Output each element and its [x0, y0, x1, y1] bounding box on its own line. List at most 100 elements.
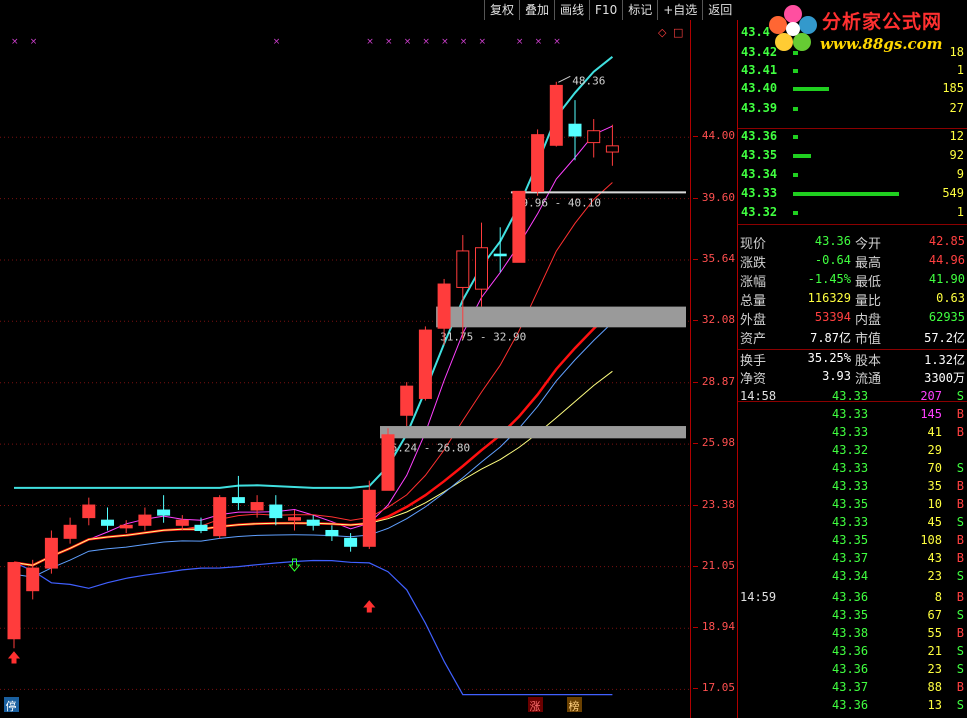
trade-row: 43.33 35 B: [738, 478, 967, 496]
toolbar-button[interactable]: F10: [589, 0, 623, 20]
trade-row: 43.34 23 S: [738, 568, 967, 586]
signal-mark: ×: [479, 37, 487, 47]
order-volume: 1: [956, 205, 964, 219]
candlestick-chart[interactable]: 39.96 - 40.10 31.75 - 32.90 26.24 - 26.80 4…: [0, 0, 690, 718]
trade-row: 43.33 41 B: [738, 424, 967, 442]
order-price: 43.39: [741, 101, 778, 115]
toolbar-button[interactable]: +自选: [657, 0, 703, 20]
quote-label: 流通: [855, 372, 882, 387]
candle-body: [82, 504, 96, 519]
toolbar-button[interactable]: 画线: [554, 0, 590, 20]
order-volume: 12: [949, 129, 964, 143]
signal-mark: ×: [366, 37, 374, 47]
volume-bar: [793, 51, 798, 55]
axis-tick-label: 39.60: [692, 190, 735, 204]
trade-volume: 13: [927, 698, 942, 712]
candle-body: [512, 190, 526, 263]
zone-label: 31.75 - 32.90: [440, 330, 526, 343]
axis-tick-label: 44.00: [692, 129, 735, 143]
quote-value: 53394: [814, 310, 851, 324]
trade-side: B: [956, 479, 964, 493]
trade-price: 43.38: [832, 626, 869, 640]
trade-price: 43.35: [832, 497, 869, 511]
trade-row: 14:58 43.33 207 S: [738, 388, 967, 406]
quote-label: 涨幅: [740, 275, 767, 290]
trade-row: 14:59 43.36 8 B: [738, 589, 967, 607]
trade-price: 43.36: [832, 662, 869, 676]
quote-label: 最高: [855, 256, 882, 271]
trade-price: 43.33: [832, 425, 869, 439]
quote-value: 0.63: [936, 291, 965, 305]
toolbar-button[interactable]: 叠加: [519, 0, 555, 20]
trade-volume: 23: [927, 662, 942, 676]
trade-row: 43.35 67 S: [738, 607, 967, 625]
trade-row: 43.38 55 B: [738, 625, 967, 643]
trade-side: S: [956, 515, 964, 529]
trade-volume: 35: [927, 479, 942, 493]
trade-row: 43.33 145 B: [738, 406, 967, 424]
candle-body: [63, 524, 77, 539]
price-zone: [436, 306, 686, 328]
quote-row: 涨跌 -0.64 最高 44.96: [738, 251, 967, 271]
signal-mark: ×: [553, 37, 561, 47]
candle-body: [213, 497, 227, 537]
signal-mark: ×: [30, 37, 38, 47]
signal-mark: ×: [441, 37, 449, 47]
trade-price: 43.34: [832, 569, 869, 583]
quote-value: 62935: [928, 310, 965, 324]
quote-label: 市值: [855, 332, 882, 347]
candle-body: [231, 497, 245, 504]
trade-time: 14:59: [740, 590, 777, 604]
signal-mark: ×: [516, 37, 524, 47]
trade-side: S: [956, 569, 964, 583]
volume-bar: [793, 69, 798, 73]
trade-side: S: [956, 698, 964, 712]
candle-body: [437, 283, 451, 329]
order-price: 43.40: [741, 81, 778, 95]
trade-volume: 207: [920, 389, 942, 403]
trade-volume: 43: [927, 551, 942, 565]
trade-row: 43.36 23 S: [738, 661, 967, 679]
trade-row: 43.33 70 S: [738, 460, 967, 478]
axis-tick-label: 35.64: [692, 252, 735, 265]
order-volume: 9: [956, 167, 964, 181]
axis-tick-label: 25.98: [692, 436, 735, 450]
signal-mark: ×: [535, 37, 543, 47]
candle-body: [400, 385, 414, 416]
trade-side: B: [956, 626, 964, 640]
volume-bar: [793, 173, 798, 177]
quote-label: 内盘: [855, 313, 882, 328]
bottom-badge: 榜: [569, 699, 580, 713]
candle-body: [44, 537, 58, 569]
trade-side: B: [956, 533, 964, 547]
signal-mark: ×: [11, 37, 19, 47]
trade-price: 43.35: [832, 533, 869, 547]
buy-arrow-icon: [7, 651, 21, 664]
quote-value: 42.85: [928, 234, 965, 248]
quote-label: 今开: [855, 237, 882, 252]
candle-body: [269, 504, 283, 519]
candle-body: [194, 524, 208, 531]
trade-side: B: [956, 590, 964, 604]
candle-body: [475, 247, 488, 290]
toolbar-button[interactable]: 标记: [622, 0, 658, 20]
order-price: 43.35: [741, 148, 778, 162]
quote-row: 总量 116329 量比 0.63: [738, 289, 967, 309]
candle-body: [418, 329, 432, 399]
quote-row: 现价 43.36 今开 42.85: [738, 232, 967, 252]
trade-volume: 21: [927, 644, 942, 658]
mid-band-line: [13, 322, 613, 578]
order-price: 43.4: [741, 25, 770, 39]
candle-body: [157, 509, 171, 516]
quote-value: 41.90: [928, 272, 965, 286]
order-volume: 185: [942, 81, 964, 95]
zone-label: 26.24 - 26.80: [384, 441, 470, 454]
toolbar-button[interactable]: 复权: [484, 0, 520, 20]
toolbar-button[interactable]: 返回: [702, 0, 738, 20]
trade-side: B: [956, 497, 964, 511]
trade-row: 43.35 10 B: [738, 496, 967, 514]
quote-label: 外盘: [740, 313, 767, 328]
order-price: 43.32: [741, 205, 778, 219]
quote-row: 净资 3.93 流通 3300万: [738, 367, 967, 387]
candle-body: [493, 253, 507, 257]
